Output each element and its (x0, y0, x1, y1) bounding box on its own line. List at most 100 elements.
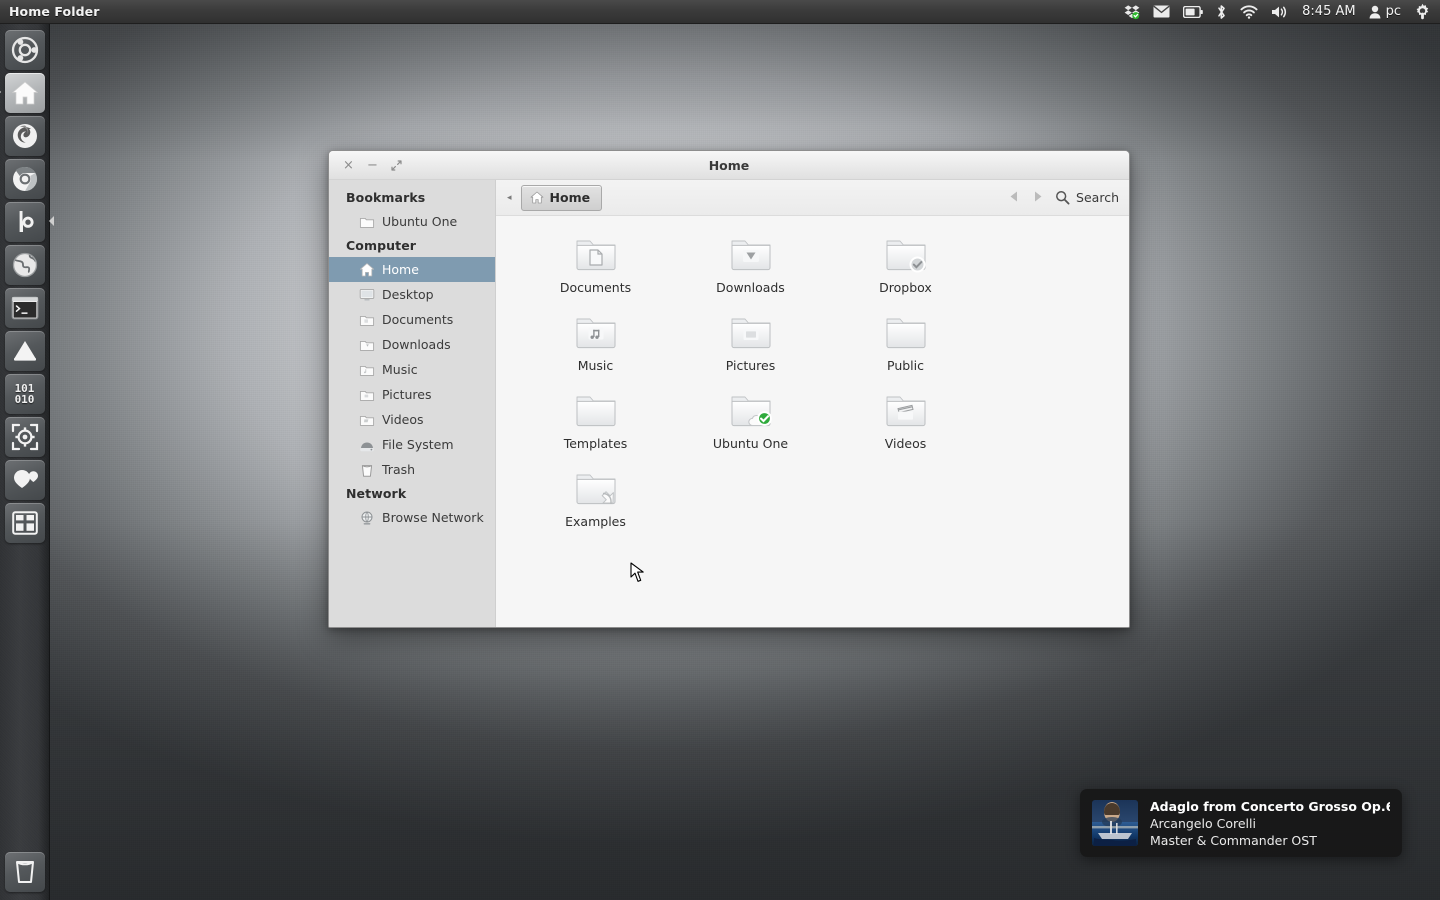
monitor-icon (359, 287, 375, 303)
notification-artist: Arcangelo Corelli (1150, 815, 1256, 831)
file-manager-window[interactable]: × − Home Bookmarks Ubuntu One Computer Home… (328, 150, 1130, 628)
file-item-ubuntu-one[interactable]: Ubuntu One (673, 390, 828, 468)
bluetooth-icon[interactable] (1216, 0, 1227, 24)
workspace-grid-icon (11, 510, 38, 535)
sidebar-heading-bookmarks: Bookmarks (346, 190, 426, 205)
globe-icon (12, 252, 37, 277)
back-arrow-icon[interactable] (1007, 188, 1021, 207)
file-item-dropbox[interactable]: Dropbox (828, 234, 983, 312)
sidebar-item-trash[interactable]: Trash (329, 457, 495, 482)
file-item-pictures[interactable]: Pictures (673, 312, 828, 390)
launcher-item-shapes[interactable] (4, 459, 45, 500)
file-item-label: Pictures (725, 358, 776, 373)
sidebar-item-file-system[interactable]: File System (329, 432, 495, 457)
folder-documents-icon (576, 240, 615, 271)
folder-documents-icon (572, 234, 620, 278)
file-icon-view[interactable]: Documents Downloads Dropbox Music Pictures Pu… (496, 216, 1129, 627)
launcher-item-workspaces[interactable] (4, 502, 45, 543)
sidebar-item-videos[interactable]: Videos (329, 407, 495, 432)
battery-icon[interactable] (1183, 0, 1203, 24)
launcher-item-cone[interactable] (4, 330, 45, 371)
sidebar-item-browse-network[interactable]: Browse Network (329, 505, 495, 530)
folder-pictures-icon (731, 318, 770, 349)
main-pane: ◂ Home Search Documents Downloads Dropbo… (496, 180, 1129, 627)
sidebar-item-desktop[interactable]: Desktop (329, 282, 495, 307)
launcher-item-chromium[interactable] (4, 158, 45, 199)
monitor-icon (359, 288, 375, 300)
window-title: Home (708, 157, 750, 173)
file-item-examples[interactable]: Examples (518, 468, 673, 546)
launcher-item-globe[interactable] (4, 244, 45, 285)
dropbox-icon[interactable] (1124, 0, 1140, 24)
harddisk-icon (360, 442, 374, 451)
sidebar-item-label: Videos (382, 412, 424, 427)
launcher-item-binary[interactable]: 101 010 (4, 373, 45, 414)
folder-music-icon (576, 318, 615, 349)
network-globe-icon (359, 510, 375, 526)
launcher-item-firefox[interactable] (4, 115, 45, 156)
file-item-label: Downloads (716, 280, 785, 295)
launcher-item-dash-home[interactable] (4, 29, 45, 70)
forward-arrow-icon[interactable] (1031, 188, 1045, 207)
search-button[interactable]: Search (1055, 190, 1119, 205)
home-icon (530, 191, 543, 204)
sidebar-item-ubuntu-one[interactable]: Ubuntu One (329, 209, 495, 234)
launcher-item-terminal[interactable] (4, 287, 45, 328)
folder-pictures-icon (727, 312, 775, 356)
notification-text: Adaglo from Concerto Grosso Op.6 Arcange… (1150, 799, 1390, 848)
window-titlebar[interactable]: × − Home (329, 151, 1129, 180)
panel-app-title[interactable]: Home Folder (9, 4, 100, 19)
sidebar-item-downloads[interactable]: Downloads (329, 332, 495, 357)
file-item-documents[interactable]: Documents (518, 234, 673, 312)
folder-downloads-icon (731, 240, 770, 271)
sidebar-item-home[interactable]: Home (329, 257, 495, 282)
folder-dropbox-icon (882, 234, 930, 278)
trash-icon (359, 462, 375, 478)
network-globe-icon (361, 511, 373, 525)
panel-session-menu[interactable]: pc (1369, 0, 1401, 24)
volume-icon[interactable] (1271, 0, 1289, 24)
notification-album: Master & Commander OST (1150, 832, 1317, 848)
folder-downloads-icon (359, 337, 375, 353)
file-item-label: Documents (559, 280, 632, 295)
gear-icon[interactable] (1414, 0, 1431, 24)
file-item-templates[interactable]: Templates (518, 390, 673, 468)
sidebar-item-music[interactable]: Music (329, 357, 495, 382)
panel-clock[interactable]: 8:45 AM (1302, 0, 1355, 24)
sidebar-item-label: Ubuntu One (382, 214, 458, 229)
cone-icon (13, 340, 36, 361)
sidebar-item-label: Browse Network (382, 510, 484, 525)
terminal-icon (11, 296, 38, 319)
file-item-videos[interactable]: Videos (828, 390, 983, 468)
places-sidebar: Bookmarks Ubuntu One Computer Home Desktop Do… (329, 180, 496, 627)
folder-link-icon (572, 468, 620, 512)
launcher-item-banshee[interactable] (4, 201, 54, 242)
file-item-music[interactable]: Music (518, 312, 673, 390)
file-item-label: Music (577, 358, 614, 373)
breadcrumb-prev-chevron[interactable]: ◂ (504, 193, 515, 203)
top-panel: Home Folder 8:45 AM pc (0, 0, 1440, 24)
file-item-label: Videos (884, 436, 927, 451)
sidebar-item-label: Trash (382, 462, 416, 477)
folder-icon (359, 214, 375, 230)
file-item-public[interactable]: Public (828, 312, 983, 390)
folder-music-icon (359, 365, 375, 376)
file-item-downloads[interactable]: Downloads (673, 234, 828, 312)
sidebar-item-label: Music (382, 362, 418, 377)
folder-pictures-icon (359, 387, 375, 403)
launcher-item-home-folder[interactable] (0, 72, 45, 113)
folder-documents-icon (359, 312, 375, 328)
trash-icon (361, 464, 373, 477)
panel-username: pc (1385, 4, 1401, 19)
launcher-item-trash[interactable] (4, 852, 45, 892)
mail-icon[interactable] (1153, 0, 1170, 24)
sidebar-item-pictures[interactable]: Pictures (329, 382, 495, 407)
launcher-item-settings[interactable] (4, 416, 45, 457)
wifi-icon[interactable] (1240, 0, 1258, 24)
breadcrumb-home-button[interactable]: Home (520, 184, 603, 211)
folder-icon (576, 396, 615, 427)
notification-title: Adaglo from Concerto Grosso Op.6 (1150, 798, 1390, 814)
unity-launcher: 101 010 (0, 24, 54, 900)
sidebar-item-documents[interactable]: Documents (329, 307, 495, 332)
panel-indicator-area: 8:45 AM pc (1124, 0, 1440, 24)
